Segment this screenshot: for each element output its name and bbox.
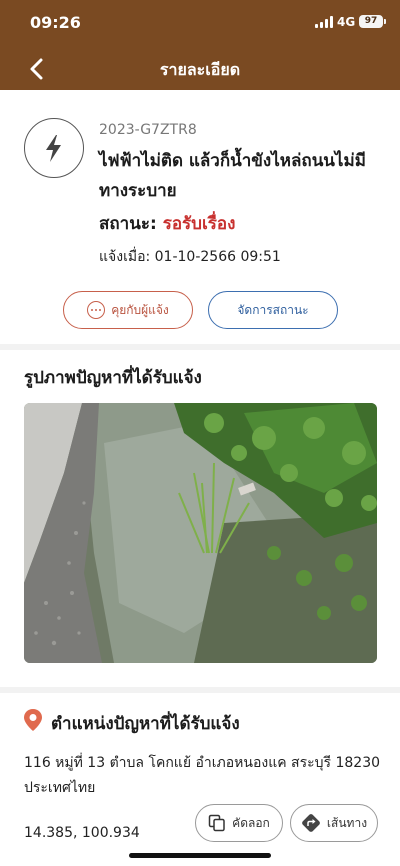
copy-icon	[208, 814, 225, 832]
network-label: 4G	[337, 15, 356, 29]
report-summary-card: 2023-G7ZTR8 ไฟฟ้าไม่ติด แล้วก็น้ำขังไหล่…	[0, 90, 400, 344]
photo-section: รูปภาพปัญหาที่ได้รับแจ้ง	[0, 350, 400, 687]
directions-icon	[302, 814, 320, 832]
photo-section-heading: รูปภาพปัญหาที่ได้รับแจ้ง	[24, 368, 202, 388]
status-bar: 09:26 4G 97	[0, 0, 400, 44]
chat-with-reporter-button[interactable]: คุยกับผู้แจ้ง	[63, 291, 193, 329]
page-title: รายละเอียด	[159, 60, 241, 79]
signal-icon	[315, 16, 333, 28]
lightning-icon	[24, 118, 84, 178]
case-title: ไฟฟ้าไม่ติด แล้วก็น้ำขังไหล่ถนนไม่มีทางร…	[99, 151, 366, 201]
battery-level: 97	[364, 16, 378, 26]
navigation-bar: รายละเอียด	[0, 46, 400, 90]
battery-icon: 97	[359, 15, 383, 28]
copy-button-label: คัดลอก	[232, 815, 270, 830]
location-section-heading: ตำแหน่งปัญหาที่ได้รับแจ้ง	[51, 714, 240, 734]
reported-at: แจ้งเมื่อ: 01-10-2566 09:51	[99, 249, 281, 265]
address-text: 116 หมู่ที่ 13 ตำบล โคกแย้ อำเภอหนองแค ส…	[24, 755, 381, 796]
copy-button[interactable]: คัดลอก	[195, 804, 283, 842]
coordinates-text: 14.385, 100.934	[24, 825, 140, 841]
status-time: 09:26	[30, 13, 81, 32]
status-label: สถานะ:	[99, 214, 157, 234]
battery-cap	[384, 19, 386, 24]
problem-photo[interactable]	[24, 403, 377, 663]
directions-button-label: เส้นทาง	[326, 815, 368, 830]
status-badge: รอรับเรื่อง	[162, 214, 236, 234]
manage-button-label: จัดการสถานะ	[237, 302, 309, 317]
top-bar: 09:26 4G 97 รายละเอียด	[0, 0, 400, 90]
directions-button[interactable]: เส้นทาง	[290, 804, 378, 842]
map-pin-icon	[23, 708, 43, 732]
manage-status-button[interactable]: จัดการสถานะ	[208, 291, 338, 329]
home-indicator[interactable]	[129, 853, 271, 858]
chat-button-label: คุยกับผู้แจ้ง	[111, 302, 169, 317]
location-section: ตำแหน่งปัญหาที่ได้รับแจ้ง 116 หมู่ที่ 13…	[0, 693, 400, 866]
chat-bubble-icon	[87, 301, 106, 319]
case-id: 2023-G7ZTR8	[99, 122, 197, 138]
status-line: สถานะ: รอรับเรื่อง	[99, 210, 235, 237]
